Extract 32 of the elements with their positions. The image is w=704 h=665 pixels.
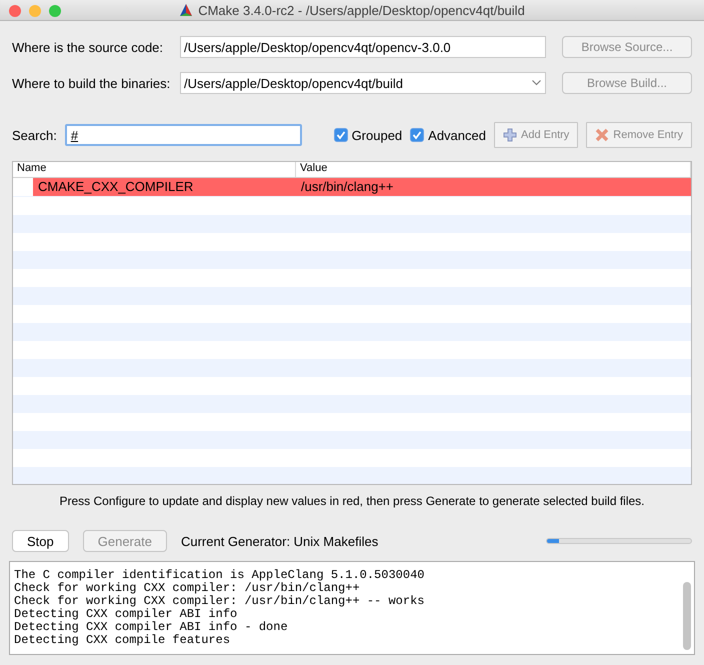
checkbox[interactable] — [410, 128, 424, 142]
search-field[interactable]: # — [64, 124, 302, 146]
minimize-button[interactable] — [29, 5, 41, 17]
chevron-icon — [532, 80, 541, 86]
log-line: Check for working CXX compiler: /usr/bin/clang++ — [14, 582, 361, 595]
checkbox-label: Advanced — [428, 128, 486, 142]
log-line: Check for working CXX compiler: /usr/bin/clang++ -- works — [14, 595, 426, 608]
generator-label: Current Generator: Unix Makefiles — [180, 534, 378, 548]
source-field[interactable]: /Users/apple/Desktop/opencv4qt/opencv-3.0.0 — [180, 36, 546, 58]
checkbox[interactable] — [334, 128, 348, 142]
table-cell: /usr/bin/clang++ — [296, 178, 691, 196]
cross-icon — [595, 128, 610, 142]
search-label: Search: — [12, 128, 57, 142]
log-line: Detecting CXX compiler ABI info - done — [14, 621, 289, 634]
table-cell: CMAKE_CXX_COMPILER — [33, 178, 296, 196]
column-header: Name — [13, 162, 296, 177]
log-line: Detecting CXX compile features — [14, 634, 232, 647]
field-label: Where to build the binaries: — [12, 76, 172, 90]
zoom-button[interactable] — [49, 5, 61, 17]
stop-button[interactable]: Stop — [12, 530, 69, 552]
log-line: Detecting CXX compiler ABI info — [14, 608, 238, 621]
log-line: The C compiler identification is AppleClang 5.1.0.5030040 — [14, 569, 426, 582]
plus-icon — [502, 128, 517, 142]
build-dropdown[interactable]: /Users/apple/Desktop/opencv4qt/build — [180, 72, 546, 94]
scrollbar — [683, 582, 691, 650]
window-title: CMake 3.4.0-rc2 - /Users/apple/Desktop/opencv4qt/build — [198, 2, 525, 18]
column-header: Value — [296, 162, 691, 177]
checkbox-label: Grouped — [352, 128, 402, 142]
hint-text: Press Configure to update and display new values in red, then press Generate to generate selected build files. — [58, 493, 646, 510]
close-button[interactable] — [9, 5, 21, 17]
triangle-logo-icon — [179, 3, 194, 17]
field-label: Where is the source code: — [12, 40, 164, 54]
